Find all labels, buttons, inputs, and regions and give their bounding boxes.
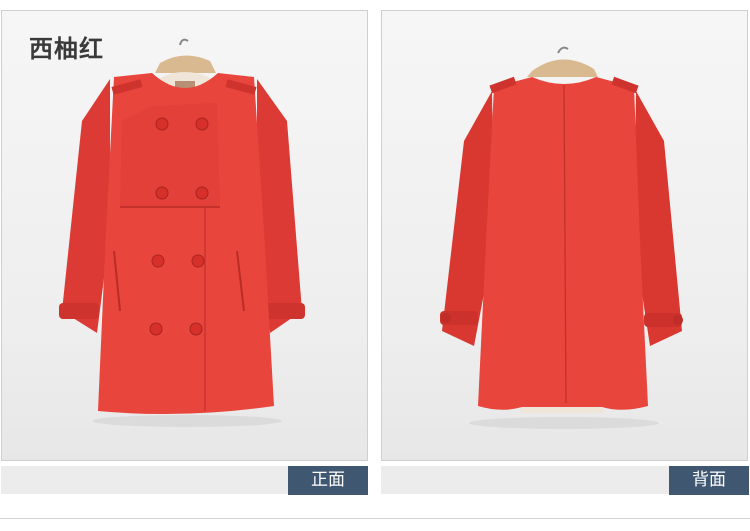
divider	[0, 518, 750, 519]
front-view-panel: 西柚红	[1, 10, 368, 461]
coat-back-photo	[440, 46, 683, 429]
coat-front-photo	[59, 38, 305, 427]
back-view-panel	[381, 10, 748, 461]
back-view-tag: 背面	[669, 466, 749, 495]
color-name-title: 西柚红	[29, 35, 104, 63]
front-view-tag: 正面	[288, 466, 368, 495]
